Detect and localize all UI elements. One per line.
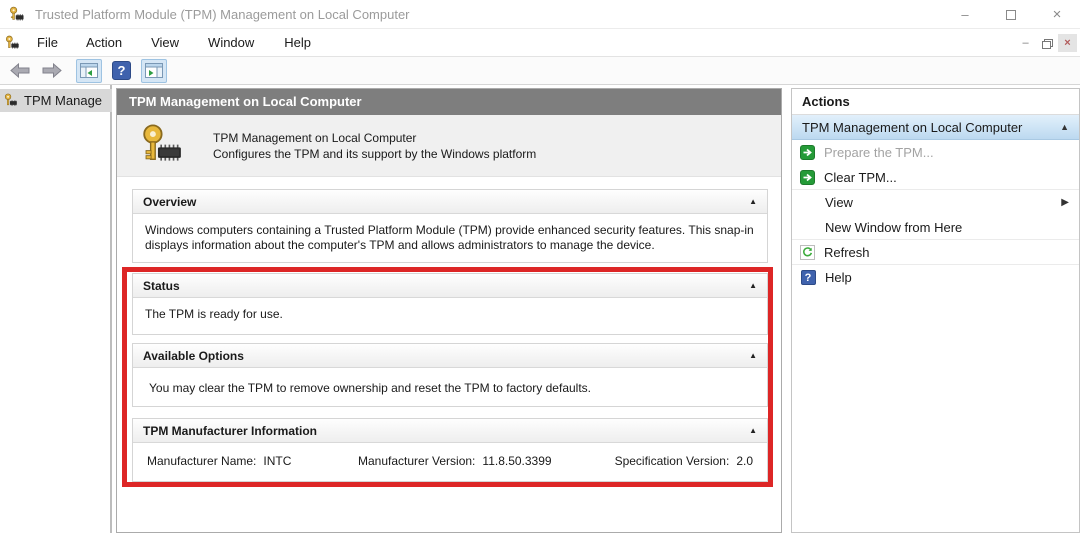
banner-subtitle: Configures the TPM and its support by th… (213, 146, 537, 161)
menu-view[interactable]: View (141, 29, 189, 57)
section-manufacturer-info: TPM Manufacturer Information ▲ Manufactu… (132, 418, 768, 482)
back-button[interactable] (6, 59, 34, 83)
child-minimize-icon: – (1022, 37, 1029, 49)
action-help-label: Help (825, 270, 852, 285)
collapse-icon: ▲ (749, 197, 757, 206)
section-available-options-title: Available Options (143, 348, 244, 363)
window-controls: – × (942, 0, 1080, 29)
section-overview-header[interactable]: Overview ▲ (133, 190, 767, 214)
main-panel: TPM Management on Local Computer TPM Man… (116, 88, 782, 533)
section-status-title: Status (143, 278, 180, 293)
help-icon: ? (112, 61, 131, 80)
snapin-banner: TPM Management on Local Computer Configu… (117, 115, 781, 177)
section-status: Status ▲ The TPM is ready for use. (132, 273, 768, 335)
section-status-header[interactable]: Status ▲ (133, 274, 767, 298)
manufacturer-fields-row: Manufacturer Name: INTC Manufacturer Vers… (133, 443, 767, 477)
submenu-arrow-icon: ▶ (1061, 197, 1069, 208)
action-view-label: View (825, 195, 853, 210)
specification-version-label: Specification Version: (614, 454, 730, 468)
action-clear-tpm[interactable]: Clear TPM... (792, 165, 1079, 190)
close-button[interactable]: × (1034, 0, 1080, 29)
manufacturer-version-label: Manufacturer Version: (358, 454, 476, 468)
minimize-button[interactable]: – (942, 0, 988, 29)
manufacturer-version-field: Manufacturer Version: 11.8.50.3399 (358, 454, 552, 468)
menu-action[interactable]: Action (76, 29, 132, 57)
refresh-icon (800, 244, 815, 260)
section-overview-body: Windows computers containing a Trusted P… (145, 223, 754, 252)
child-close-button[interactable]: × (1058, 34, 1077, 52)
maximize-icon (1006, 9, 1016, 20)
minimize-icon: – (961, 7, 969, 22)
tpm-key-icon-tree (4, 93, 17, 106)
action-refresh-label: Refresh (824, 244, 870, 260)
manufacturer-name-label: Manufacturer Name: (147, 454, 257, 468)
toolbar: ? (0, 57, 1080, 85)
action-pane-icon (145, 63, 163, 78)
menu-bar: File Action View Window Help – × (0, 29, 1080, 57)
tpm-key-chip-icon (143, 123, 181, 161)
green-arrow-icon (800, 169, 815, 185)
manufacturer-name-value: INTC (263, 454, 292, 468)
section-available-options-body: You may clear the TPM to remove ownershi… (149, 381, 591, 395)
menu-window[interactable]: Window (198, 29, 264, 57)
tpm-key-icon (10, 6, 24, 21)
action-help[interactable]: ? Help (792, 265, 1079, 290)
section-available-options-header[interactable]: Available Options ▲ (133, 344, 767, 368)
show-console-tree-button[interactable] (76, 58, 102, 83)
section-status-body: The TPM is ready for use. (145, 307, 283, 321)
console-tree-icon (80, 63, 98, 78)
action-refresh[interactable]: Refresh (792, 240, 1079, 265)
actions-panel: Actions TPM Management on Local Computer… (791, 88, 1080, 533)
specification-version-field: Specification Version: 2.0 (615, 454, 753, 468)
action-prepare-tpm[interactable]: Prepare the TPM... (792, 140, 1079, 165)
child-close-icon: × (1064, 37, 1071, 49)
window-title: Trusted Platform Module (TPM) Management… (35, 6, 410, 22)
section-overview: Overview ▲ Windows computers containing … (132, 189, 768, 263)
toolbar-help-button[interactable]: ? (109, 59, 134, 83)
section-available-options: Available Options ▲ You may clear the TP… (132, 343, 768, 407)
collapse-icon: ▲ (1060, 122, 1069, 132)
help-icon: ? (800, 270, 816, 285)
action-clear-tpm-label: Clear TPM... (824, 169, 897, 185)
action-new-window[interactable]: New Window from Here (792, 215, 1079, 240)
main-panel-header: TPM Management on Local Computer (117, 89, 781, 115)
manufacturer-name-field: Manufacturer Name: INTC (147, 454, 291, 468)
back-arrow-icon (10, 63, 30, 78)
tree-item-tpm-management[interactable]: TPM Manage (0, 89, 112, 112)
banner-text: TPM Management on Local Computer Configu… (213, 130, 536, 162)
close-icon: × (1052, 6, 1062, 23)
green-arrow-icon (800, 145, 815, 160)
action-new-window-label: New Window from Here (825, 219, 963, 235)
forward-arrow-icon (42, 63, 62, 78)
forward-button[interactable] (38, 59, 66, 83)
collapse-icon: ▲ (749, 351, 757, 360)
action-view[interactable]: View ▶ (792, 190, 1079, 215)
section-overview-title: Overview (143, 194, 197, 209)
menu-help[interactable]: Help (274, 29, 321, 57)
menu-file[interactable]: File (27, 29, 68, 57)
specification-version-value: 2.0 (736, 454, 753, 468)
maximize-button[interactable] (988, 0, 1034, 29)
collapse-icon: ▲ (749, 281, 757, 290)
banner-title: TPM Management on Local Computer (213, 130, 417, 145)
section-manufacturer-info-title: TPM Manufacturer Information (143, 423, 318, 438)
manufacturer-version-value: 11.8.50.3399 (482, 454, 552, 468)
title-bar: Trusted Platform Module (TPM) Management… (0, 0, 1080, 29)
section-manufacturer-info-header[interactable]: TPM Manufacturer Information ▲ (133, 419, 767, 443)
actions-group-tpm-management[interactable]: TPM Management on Local Computer ▲ (792, 115, 1079, 140)
action-prepare-tpm-label: Prepare the TPM... (824, 145, 934, 160)
tree-item-label: TPM Manage (24, 93, 103, 108)
actions-panel-title: Actions (792, 89, 1079, 115)
show-action-pane-button[interactable] (141, 58, 167, 83)
child-restore-icon (1042, 39, 1053, 49)
child-window-controls: – × (1016, 34, 1077, 52)
actions-group-label: TPM Management on Local Computer (802, 119, 1023, 135)
mmc-window: { "window": { "title": "Trusted Platform… (0, 0, 1080, 533)
child-restore-button[interactable] (1037, 34, 1056, 52)
child-minimize-button[interactable]: – (1016, 34, 1035, 52)
console-tree-panel: TPM Manage (0, 85, 112, 533)
collapse-icon: ▲ (749, 426, 757, 435)
tpm-key-icon-small (5, 35, 19, 49)
